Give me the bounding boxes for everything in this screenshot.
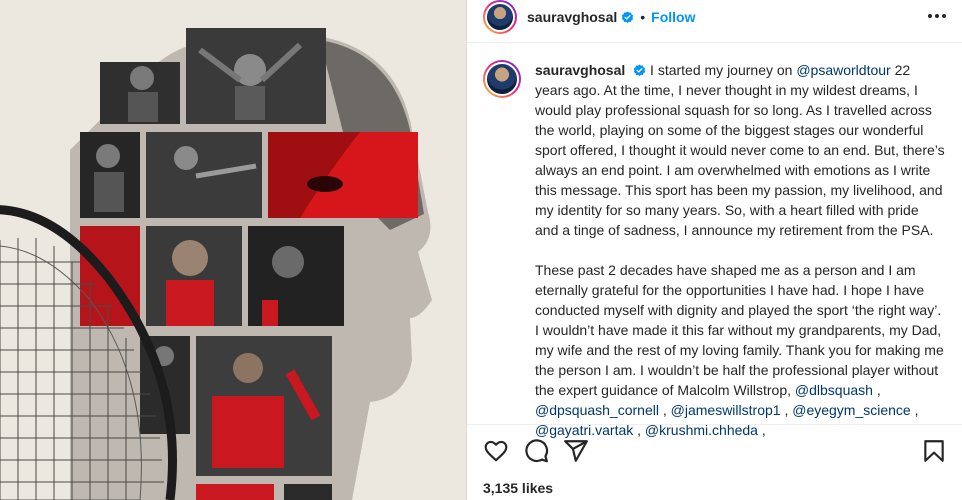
- caption-text-part: These past 2 decades have shaped me as a…: [535, 262, 944, 398]
- mention-link[interactable]: @psaworldtour: [796, 62, 890, 78]
- mention-separator: ,: [872, 382, 881, 398]
- mention-link[interactable]: @dlbsquash: [795, 382, 873, 398]
- mention-separator: ,: [780, 402, 793, 418]
- post-dialog: sauravghosal • Follow sauravghosal I sta…: [0, 0, 962, 500]
- verified-badge-icon: [622, 10, 634, 23]
- caption-text-part: I started my journey on: [650, 62, 797, 78]
- likes-count[interactable]: 3,135 likes: [483, 480, 553, 496]
- follow-button[interactable]: Follow: [651, 9, 695, 25]
- mention-link[interactable]: @dpsquash_cornell: [535, 402, 659, 418]
- post-details: sauravghosal • Follow sauravghosal I sta…: [466, 0, 962, 500]
- caption-avatar[interactable]: [483, 60, 521, 98]
- caption-block: sauravghosal I started my journey on @ps…: [483, 60, 953, 440]
- header-divider: [467, 42, 962, 43]
- post-image[interactable]: [0, 0, 466, 500]
- post-header: sauravghosal • Follow: [467, 0, 962, 34]
- caption-text: sauravghosal I started my journey on @ps…: [535, 60, 945, 440]
- bookmark-icon[interactable]: [921, 438, 947, 464]
- actions-divider: [467, 424, 962, 425]
- mention-link[interactable]: @eyegym_science: [792, 402, 911, 418]
- caption-paragraph-2: These past 2 decades have shaped me as a…: [535, 260, 945, 440]
- verified-badge-icon: [633, 64, 646, 76]
- avatar[interactable]: [483, 0, 517, 34]
- caption-paragraph-1: sauravghosal I started my journey on @ps…: [535, 60, 945, 240]
- caption-text-part: 22 years ago. At the time, I never thoug…: [535, 62, 945, 238]
- action-bar: [467, 432, 962, 470]
- separator-dot: •: [640, 9, 646, 25]
- heart-icon[interactable]: [483, 438, 509, 464]
- mention-separator: ,: [658, 402, 671, 418]
- collage-artwork: [0, 0, 466, 500]
- caption-username[interactable]: sauravghosal: [535, 62, 625, 78]
- share-icon[interactable]: [563, 438, 589, 464]
- mention-separator: ,: [910, 402, 919, 418]
- mention-link[interactable]: @jameswillstrop1: [671, 402, 781, 418]
- comment-icon[interactable]: [523, 438, 549, 464]
- username-link[interactable]: sauravghosal: [527, 9, 617, 25]
- more-options-icon[interactable]: [925, 6, 949, 26]
